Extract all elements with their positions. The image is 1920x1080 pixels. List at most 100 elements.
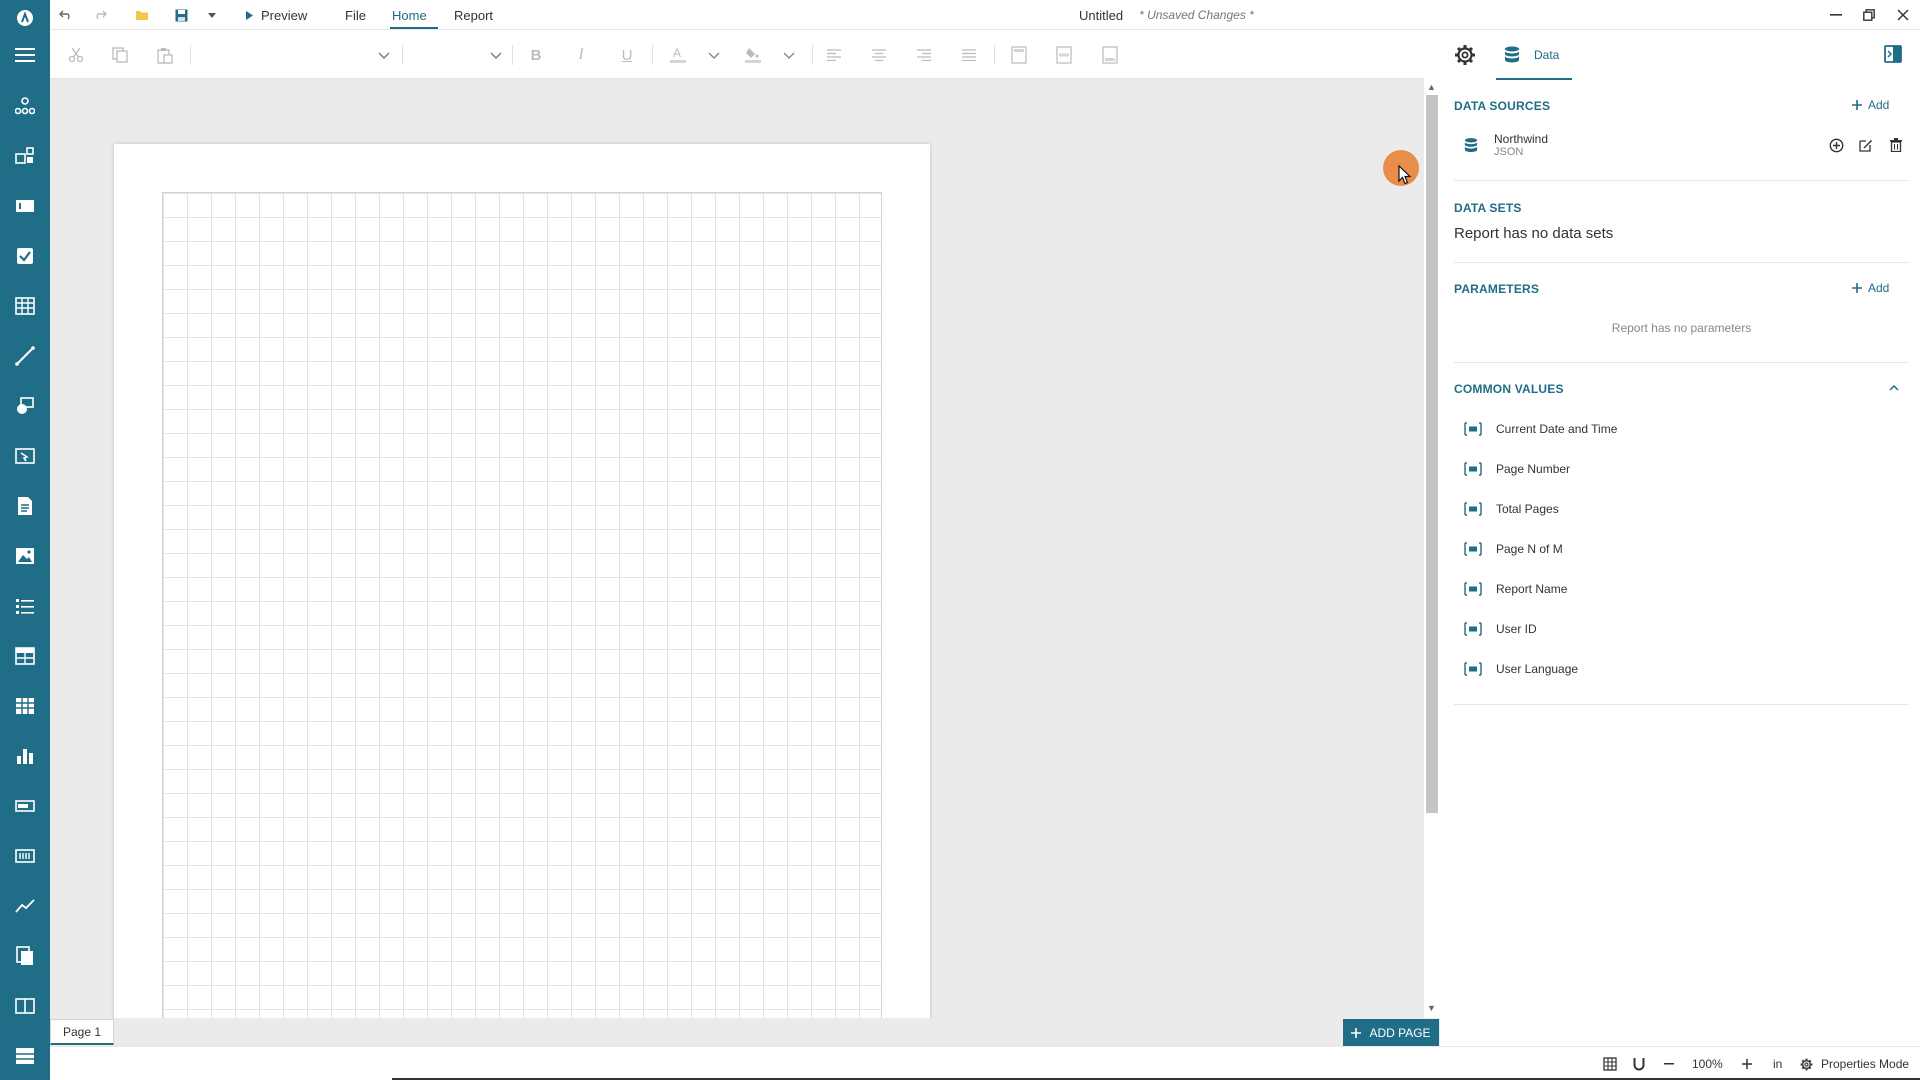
app-logo-icon[interactable]	[0, 0, 50, 36]
chevron-up-icon[interactable]	[1889, 385, 1899, 391]
add-page-button[interactable]: ADD PAGE	[1343, 1019, 1439, 1047]
common-value-item[interactable]: Total Pages	[1464, 489, 1884, 529]
trash-icon[interactable]	[1890, 138, 1902, 152]
ribbon-separator	[512, 45, 513, 65]
common-value-item[interactable]: User Language	[1464, 649, 1884, 689]
parameters-empty-message: Report has no parameters	[1611, 321, 1752, 335]
scroll-down-icon[interactable]: ▼	[1427, 1003, 1436, 1013]
menu-file[interactable]: File	[345, 0, 366, 30]
undo-icon[interactable]	[58, 0, 74, 30]
menu-home[interactable]: Home	[392, 0, 427, 30]
field-expression-icon	[1464, 462, 1482, 476]
background-color-dropdown-icon[interactable]	[777, 31, 801, 79]
zoom-in-icon[interactable]	[1742, 1047, 1752, 1080]
common-value-item[interactable]: User ID	[1464, 609, 1884, 649]
canvas-vertical-scrollbar[interactable]: ▲ ▼	[1424, 79, 1440, 1018]
add-data-source-button[interactable]: Add	[1852, 98, 1889, 112]
plus-icon	[1852, 283, 1862, 293]
align-justify-icon[interactable]	[957, 31, 981, 79]
data-source-item[interactable]: Northwind JSON	[1454, 125, 1909, 165]
cut-icon[interactable]	[64, 31, 88, 79]
shape-tool-icon[interactable]	[0, 386, 50, 426]
menu-report[interactable]: Report	[454, 0, 493, 30]
edit-icon[interactable]	[1859, 138, 1873, 152]
image-tool-icon[interactable]	[0, 536, 50, 576]
font-family-select[interactable]	[200, 31, 390, 79]
report-explorer-icon[interactable]	[0, 86, 50, 126]
save-icon[interactable]	[172, 0, 190, 30]
restore-window-icon[interactable]	[1859, 0, 1879, 30]
richtext-tool-icon[interactable]	[0, 486, 50, 526]
zoom-level[interactable]: 100%	[1692, 1047, 1723, 1080]
report-page[interactable]	[114, 144, 930, 1018]
tablix-tool-icon[interactable]	[0, 636, 50, 676]
common-value-item[interactable]: Report Name	[1464, 569, 1884, 609]
open-folder-icon[interactable]	[133, 0, 151, 30]
document-title: Untitled	[1079, 7, 1124, 23]
textbox-tool-icon[interactable]	[0, 186, 50, 226]
text-color-icon[interactable]: A	[664, 31, 692, 79]
page-tab-1[interactable]: Page 1	[50, 1019, 114, 1045]
properties-tab-gear-icon[interactable]	[1454, 44, 1476, 69]
italic-icon[interactable]: I	[569, 31, 593, 79]
bullet-tool-icon[interactable]	[0, 786, 50, 826]
paste-icon[interactable]	[153, 31, 177, 79]
add-parameter-button[interactable]: Add	[1852, 281, 1889, 295]
toggle-panel-icon[interactable]	[1884, 45, 1902, 66]
align-right-icon[interactable]	[912, 31, 936, 79]
align-left-icon[interactable]	[822, 31, 846, 79]
common-value-item[interactable]: Page N of M	[1464, 529, 1884, 569]
scrollbar-thumb[interactable]	[1426, 95, 1438, 813]
subreport-tool-icon[interactable]	[0, 936, 50, 976]
underline-icon[interactable]: U	[615, 31, 639, 79]
scroll-up-icon[interactable]: ▲	[1427, 82, 1436, 92]
line-tool-icon[interactable]	[0, 336, 50, 376]
save-dropdown-icon[interactable]	[205, 0, 219, 30]
add-data-set-icon[interactable]	[1829, 138, 1844, 153]
design-grid[interactable]	[162, 192, 882, 1018]
common-value-item[interactable]: Page Number	[1464, 449, 1884, 489]
trend-tool-icon[interactable]	[0, 886, 50, 926]
units-select[interactable]: in	[1773, 1047, 1782, 1080]
text-color-dropdown-icon[interactable]	[702, 31, 726, 79]
active-tab-indicator	[1496, 78, 1572, 80]
add-page-label: ADD PAGE	[1369, 1026, 1431, 1040]
font-size-select[interactable]	[412, 31, 502, 79]
properties-mode-label: Properties Mode	[1821, 1057, 1910, 1071]
data-source-type: JSON	[1494, 146, 1524, 158]
matrix-tool-icon[interactable]	[0, 686, 50, 726]
chart-tool-icon[interactable]	[0, 736, 50, 776]
split-view-icon[interactable]	[0, 986, 50, 1026]
properties-mode-button[interactable]: Properties Mode	[1800, 1047, 1909, 1080]
tab-data[interactable]: Data	[1504, 31, 1559, 79]
checkbox-tool-icon[interactable]	[0, 236, 50, 276]
barcode-tool-icon[interactable]	[0, 436, 50, 476]
align-center-icon[interactable]	[867, 31, 891, 79]
common-value-item[interactable]: Current Date and Time	[1464, 409, 1884, 449]
snap-to-grid-magnet-icon[interactable]	[1633, 1047, 1645, 1080]
menu-file-label: File	[345, 7, 366, 23]
group-editor-icon[interactable]	[0, 136, 50, 176]
sparkline-tool-icon[interactable]	[0, 836, 50, 876]
table-tool-icon[interactable]	[0, 286, 50, 326]
redo-icon[interactable]	[92, 0, 108, 30]
vertical-align-middle-icon[interactable]	[1052, 31, 1076, 79]
design-canvas[interactable]	[50, 79, 1424, 1018]
bold-icon[interactable]: B	[524, 31, 548, 79]
field-expression-icon	[1464, 422, 1482, 436]
hamburger-menu-icon[interactable]	[0, 35, 50, 75]
database-icon	[1464, 138, 1478, 153]
list-tool-icon[interactable]	[0, 586, 50, 626]
grid-toggle-icon[interactable]	[1603, 1047, 1617, 1080]
minimize-window-icon[interactable]	[1826, 0, 1846, 30]
field-expression-icon	[1464, 502, 1482, 516]
vertical-align-bottom-icon[interactable]	[1098, 31, 1122, 79]
background-color-icon[interactable]	[739, 31, 767, 79]
banded-list-icon[interactable]	[0, 1036, 50, 1076]
close-window-icon[interactable]	[1893, 0, 1913, 30]
preview-button[interactable]: Preview	[246, 0, 307, 30]
common-value-label: Report Name	[1496, 582, 1568, 596]
copy-icon[interactable]	[108, 31, 132, 79]
zoom-out-icon[interactable]	[1664, 1047, 1674, 1080]
vertical-align-top-icon[interactable]	[1007, 31, 1031, 79]
